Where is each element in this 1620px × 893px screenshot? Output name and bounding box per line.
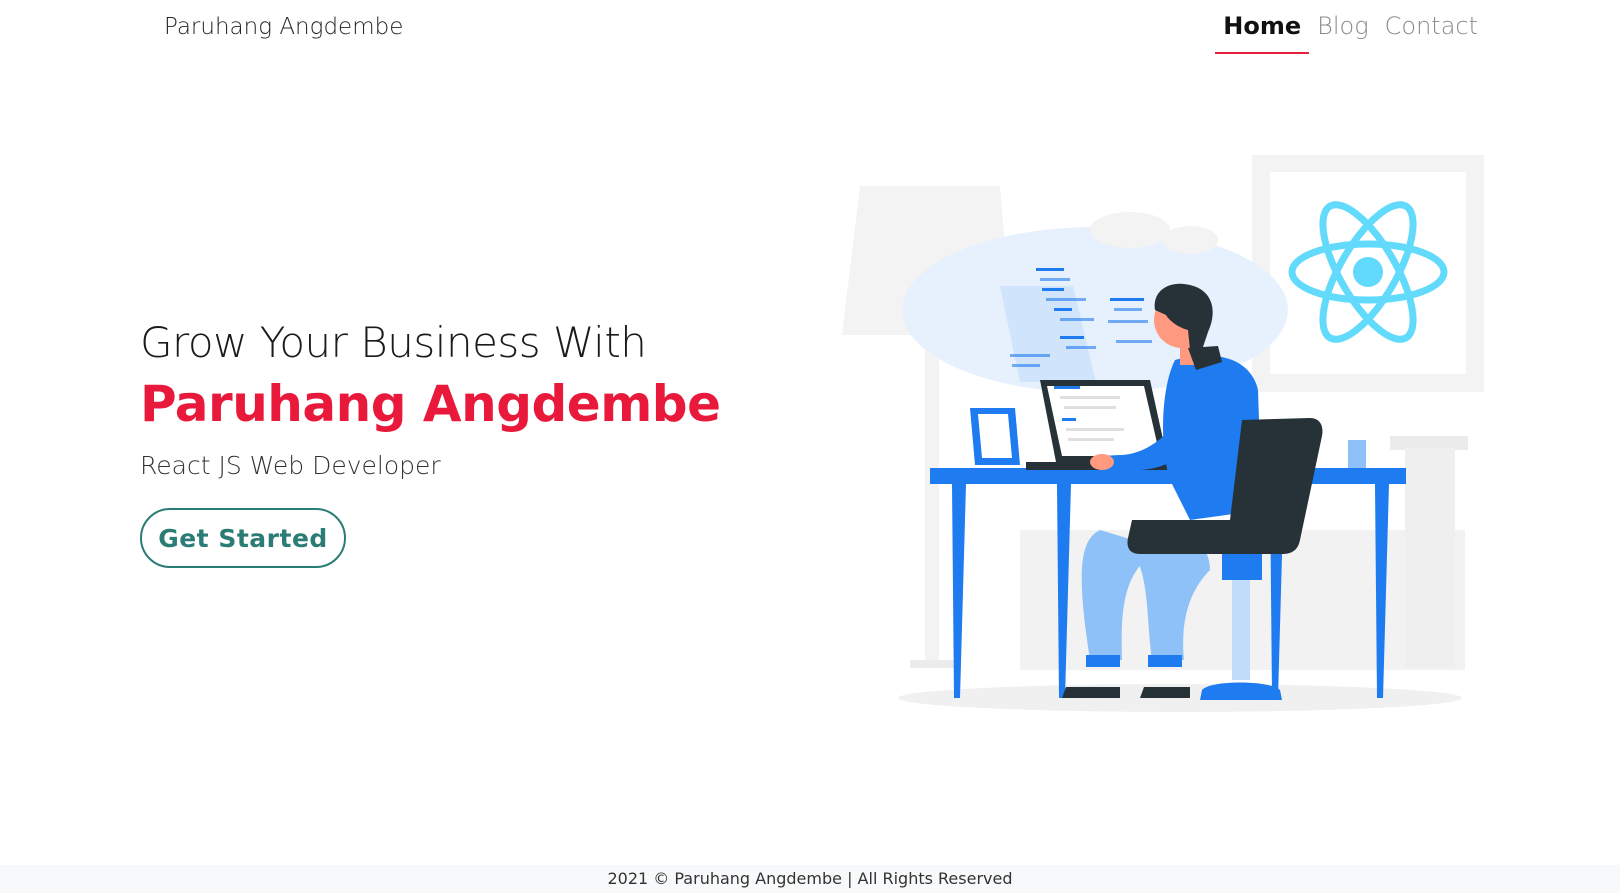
hero-headline: Grow Your Business With	[140, 318, 647, 367]
nav-home[interactable]: Home	[1215, 12, 1310, 54]
footer: 2021 © Paruhang Angdembe | All Rights Re…	[0, 865, 1620, 893]
developer-illustration	[842, 155, 1484, 712]
get-started-button[interactable]: Get Started	[140, 508, 346, 568]
nav-blog[interactable]: Blog	[1309, 12, 1376, 54]
hero-name: Paruhang Angdembe	[140, 375, 721, 433]
main-nav: Home Blog Contact	[1215, 12, 1486, 54]
hero-subtitle: React JS Web Developer	[140, 451, 441, 480]
hero-section: Grow Your Business With Paruhang Angdemb…	[140, 318, 721, 480]
nav-contact[interactable]: Contact	[1377, 12, 1486, 54]
brand-logo[interactable]: Paruhang Angdembe	[164, 14, 403, 40]
